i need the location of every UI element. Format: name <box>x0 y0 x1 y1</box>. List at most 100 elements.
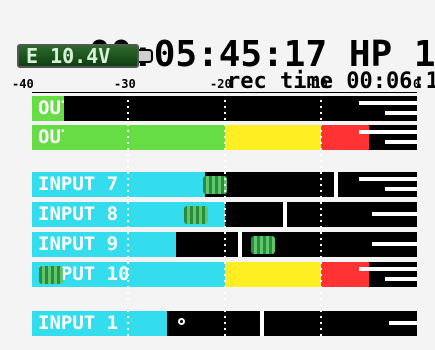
grid-dot <box>319 100 322 102</box>
grid-dot <box>127 130 130 132</box>
grid-dot <box>223 298 226 300</box>
scale-label-40: -40 <box>12 77 34 91</box>
meter-fill-mid <box>224 125 321 150</box>
grid-dot <box>223 178 226 180</box>
rec-time-value: 00:06:14 <box>346 69 435 94</box>
grid-dot <box>223 244 226 246</box>
grid-dot <box>127 250 130 252</box>
peak-indicator <box>372 212 417 216</box>
grid-dot <box>319 232 322 234</box>
grid-dot <box>223 322 226 324</box>
grid-dot <box>127 172 130 174</box>
grid-dot <box>223 136 226 138</box>
grid-dot <box>319 130 322 132</box>
grid-dot <box>223 106 226 108</box>
grid-dot <box>223 328 226 330</box>
fader-knob <box>39 266 64 284</box>
grid-dot <box>319 106 322 108</box>
grid-dot <box>223 232 226 234</box>
peak-indicator <box>372 242 417 246</box>
grid-dot <box>319 142 322 144</box>
grid-dot <box>223 286 226 288</box>
grid-dot <box>319 304 322 306</box>
peak-indicator <box>385 277 417 281</box>
grid-dot <box>319 322 322 324</box>
grid-dot <box>319 208 322 210</box>
grid-dot <box>127 94 130 96</box>
grid-dot <box>319 226 322 228</box>
peak-indicator <box>359 101 417 105</box>
grid-dot <box>223 274 226 276</box>
grid-dot <box>127 154 130 156</box>
grid-dot <box>127 334 130 336</box>
scale-label-0: 0 <box>413 77 421 91</box>
grid-dot <box>127 226 130 228</box>
fader-knob <box>183 206 208 224</box>
grid-dot <box>223 130 226 132</box>
grid-dot <box>127 208 130 210</box>
grid-dot <box>127 148 130 150</box>
grid-dot <box>223 268 226 270</box>
grid-dot <box>127 220 130 222</box>
grid-dot <box>319 166 322 168</box>
grid-dot <box>127 292 130 294</box>
grid-dot <box>319 220 322 222</box>
grid-dot <box>319 262 322 264</box>
grid-dot <box>127 322 130 324</box>
channel-label: INPUT 1 <box>38 312 119 334</box>
grid-dot <box>319 154 322 156</box>
grid-dot <box>223 280 226 282</box>
meter-track <box>64 96 417 121</box>
grid-dot <box>127 238 130 240</box>
grid-dot <box>127 244 130 246</box>
grid-dot <box>319 214 322 216</box>
grid-dot <box>223 214 226 216</box>
recorder-screen: 00:05:45:17 HP 1 E 10.4V rec time 00:06:… <box>0 0 435 350</box>
grid-dot <box>127 106 130 108</box>
meter-fill-high <box>320 125 369 150</box>
grid-dot <box>127 286 130 288</box>
grid-dot <box>319 190 322 192</box>
grid-dot <box>223 292 226 294</box>
peak-indicator <box>359 130 417 134</box>
grid-dot <box>319 310 322 312</box>
grid-dot <box>223 166 226 168</box>
grid-dot <box>127 112 130 114</box>
meter-fill-high <box>320 262 369 287</box>
grid-dot <box>127 166 130 168</box>
grid-dot <box>223 184 226 186</box>
grid-dot <box>127 310 130 312</box>
meter-fill-low <box>128 262 225 287</box>
grid-dot <box>127 328 130 330</box>
grid-dot <box>319 244 322 246</box>
grid-dot <box>127 280 130 282</box>
grid-dot <box>127 304 130 306</box>
peak-hold-marker <box>283 202 287 227</box>
grid-dot <box>319 334 322 336</box>
grid-dot <box>319 124 322 126</box>
grid-dot <box>127 136 130 138</box>
grid-dot <box>319 256 322 258</box>
grid-dot <box>319 316 322 318</box>
grid-dot <box>127 178 130 180</box>
grid-dot <box>127 214 130 216</box>
grid-dot <box>127 100 130 102</box>
grid-dot <box>319 118 322 120</box>
grid-dot <box>319 274 322 276</box>
peak-indicator <box>389 321 417 325</box>
grid-dot <box>127 298 130 300</box>
grid-dot <box>223 124 226 126</box>
grid-dot <box>319 298 322 300</box>
grid-dot <box>223 310 226 312</box>
grid-dot <box>127 118 130 120</box>
grid-dot <box>319 178 322 180</box>
grid-dot <box>127 184 130 186</box>
grid-dot <box>127 262 130 264</box>
grid-dot <box>223 250 226 252</box>
channel-label: INPUT 8 <box>38 203 119 225</box>
battery-voltage: E 10.4V <box>26 44 111 68</box>
grid-dot <box>223 238 226 240</box>
peak-indicator <box>385 111 417 115</box>
peak-hold-marker <box>334 172 338 197</box>
grid-dot <box>319 292 322 294</box>
